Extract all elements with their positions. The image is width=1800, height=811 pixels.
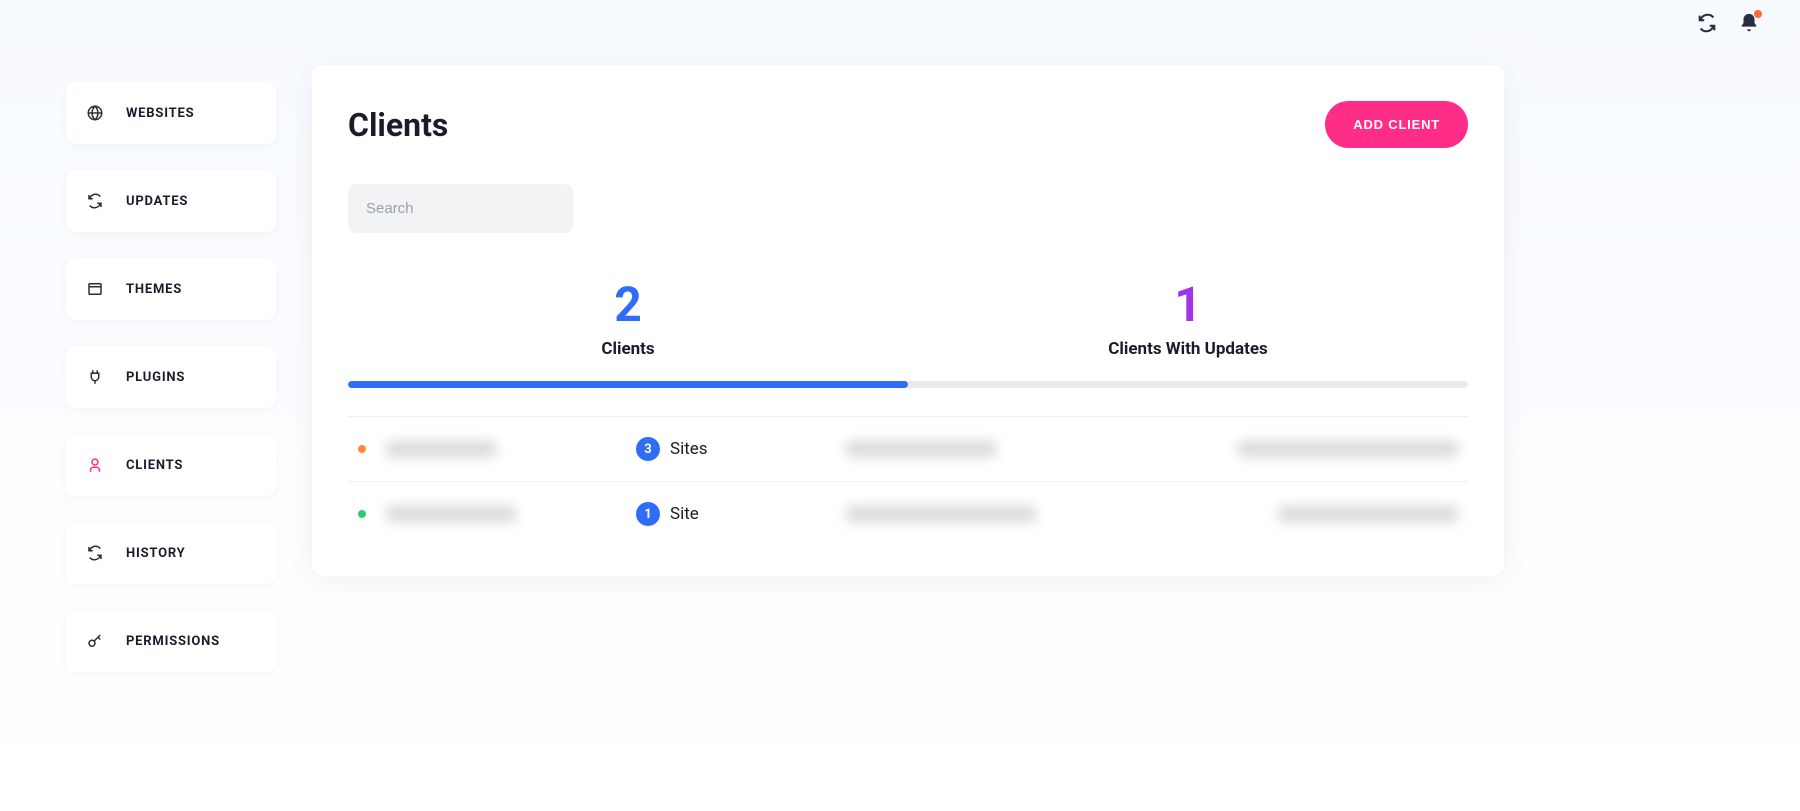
user-icon bbox=[86, 456, 104, 474]
sites-cell: 1 Site bbox=[636, 502, 846, 526]
sidebar-item-websites[interactable]: WEBSITES bbox=[66, 82, 276, 144]
email-cell bbox=[1152, 506, 1458, 522]
sidebar-item-plugins[interactable]: PLUGINS bbox=[66, 346, 276, 408]
redacted-text bbox=[1238, 441, 1458, 457]
sidebar-item-history[interactable]: HISTORY bbox=[66, 522, 276, 584]
stat-label: Clients bbox=[348, 339, 908, 359]
sidebar-item-clients[interactable]: CLIENTS bbox=[66, 434, 276, 496]
sidebar-item-label: WEBSITES bbox=[126, 106, 194, 121]
redacted-text bbox=[386, 441, 496, 457]
sidebar-item-label: CLIENTS bbox=[126, 458, 183, 473]
redacted-text bbox=[1278, 506, 1458, 522]
client-name-cell bbox=[386, 441, 636, 457]
add-client-button[interactable]: ADD CLIENT bbox=[1325, 101, 1468, 148]
bell-icon[interactable] bbox=[1738, 12, 1760, 34]
key-icon bbox=[86, 632, 104, 650]
plug-icon bbox=[86, 368, 104, 386]
status-dot bbox=[358, 445, 366, 453]
company-cell bbox=[846, 441, 1152, 457]
sidebar-item-label: HISTORY bbox=[126, 546, 186, 561]
sites-label: Site bbox=[670, 504, 699, 524]
sidebar-item-updates[interactable]: UPDATES bbox=[66, 170, 276, 232]
main-card: Clients ADD CLIENT 2 Clients 1 Clients W… bbox=[312, 65, 1504, 576]
sidebar-item-themes[interactable]: THEMES bbox=[66, 258, 276, 320]
redacted-text bbox=[846, 506, 1036, 522]
sites-count-badge: 1 bbox=[636, 502, 660, 526]
card-header: Clients ADD CLIENT bbox=[312, 101, 1504, 148]
progress-fill bbox=[348, 381, 908, 388]
email-cell bbox=[1152, 441, 1458, 457]
progress-bar bbox=[348, 381, 1468, 388]
sidebar-item-label: THEMES bbox=[126, 282, 182, 297]
company-cell bbox=[846, 506, 1152, 522]
sites-count-badge: 3 bbox=[636, 437, 660, 461]
sidebar-item-label: PLUGINS bbox=[126, 370, 185, 385]
status-dot bbox=[358, 510, 366, 518]
table-row[interactable]: 1 Site bbox=[348, 481, 1468, 546]
sidebar-item-label: PERMISSIONS bbox=[126, 634, 220, 649]
refresh-icon bbox=[86, 192, 104, 210]
client-name-cell bbox=[386, 506, 636, 522]
stat-clients[interactable]: 2 Clients bbox=[348, 281, 908, 381]
stat-label: Clients With Updates bbox=[908, 339, 1468, 359]
sites-cell: 3 Sites bbox=[636, 437, 846, 461]
stats-row: 2 Clients 1 Clients With Updates bbox=[312, 281, 1504, 381]
topbar bbox=[1696, 12, 1760, 34]
sites-label: Sites bbox=[670, 439, 708, 459]
stat-clients-with-updates[interactable]: 1 Clients With Updates bbox=[908, 281, 1468, 381]
stat-value: 2 bbox=[348, 281, 908, 329]
search-input[interactable] bbox=[348, 184, 573, 233]
refresh-icon bbox=[86, 544, 104, 562]
refresh-icon[interactable] bbox=[1696, 12, 1718, 34]
globe-icon bbox=[86, 104, 104, 122]
search-wrap bbox=[312, 148, 1504, 233]
sidebar: WEBSITES UPDATES THEMES PLUGINS CLIENTS … bbox=[66, 82, 276, 672]
sidebar-item-label: UPDATES bbox=[126, 194, 188, 209]
window-icon bbox=[86, 280, 104, 298]
table-row[interactable]: 3 Sites bbox=[348, 416, 1468, 481]
sidebar-item-permissions[interactable]: PERMISSIONS bbox=[66, 610, 276, 672]
page-title: Clients bbox=[348, 106, 448, 144]
redacted-text bbox=[846, 441, 996, 457]
client-table: 3 Sites 1 Site bbox=[312, 416, 1504, 576]
notification-dot bbox=[1754, 10, 1762, 18]
stat-value: 1 bbox=[908, 281, 1468, 329]
redacted-text bbox=[386, 506, 516, 522]
